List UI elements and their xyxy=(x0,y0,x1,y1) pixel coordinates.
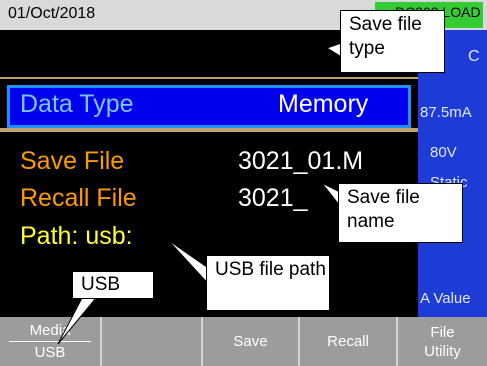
usb-pointer xyxy=(57,297,98,345)
save-file-type-callout: Save file type xyxy=(340,10,445,73)
usb-file-path-callout: USB file path xyxy=(206,255,330,311)
usb-callout: USB xyxy=(72,271,154,299)
save-file-name-callout: Save file name xyxy=(338,183,463,243)
